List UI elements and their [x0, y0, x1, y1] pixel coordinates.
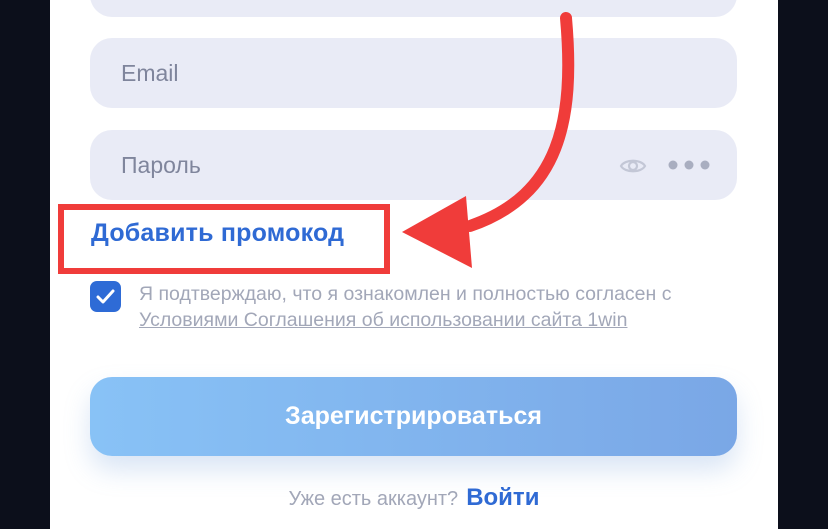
add-promocode-link[interactable]: Добавить промокод: [91, 219, 344, 248]
login-prompt: Уже есть аккаунт? Войти: [0, 484, 828, 512]
terms-link[interactable]: Условиями Соглашения об использовании са…: [139, 309, 627, 331]
dots-icon: [668, 160, 710, 170]
email-placeholder: Email: [121, 59, 179, 86]
agreement-sentence: Я подтверждаю, что я ознакомлен и полнос…: [139, 283, 672, 305]
password-placeholder: Пароль: [121, 151, 201, 178]
agreement-text: Я подтверждаю, что я ознакомлен и полнос…: [139, 281, 737, 333]
previous-input-field[interactable]: [90, 0, 737, 17]
email-field[interactable]: Email: [90, 38, 737, 108]
password-field[interactable]: Пароль: [90, 130, 737, 200]
have-account-text: Уже есть аккаунт?: [288, 488, 459, 510]
login-link[interactable]: Войти: [466, 484, 539, 511]
agree-checkbox[interactable]: [90, 281, 121, 312]
register-button-label: Зарегистрироваться: [285, 402, 542, 430]
check-icon: [96, 289, 115, 304]
register-button[interactable]: Зарегистрироваться: [90, 377, 737, 456]
eye-icon[interactable]: [619, 152, 647, 180]
